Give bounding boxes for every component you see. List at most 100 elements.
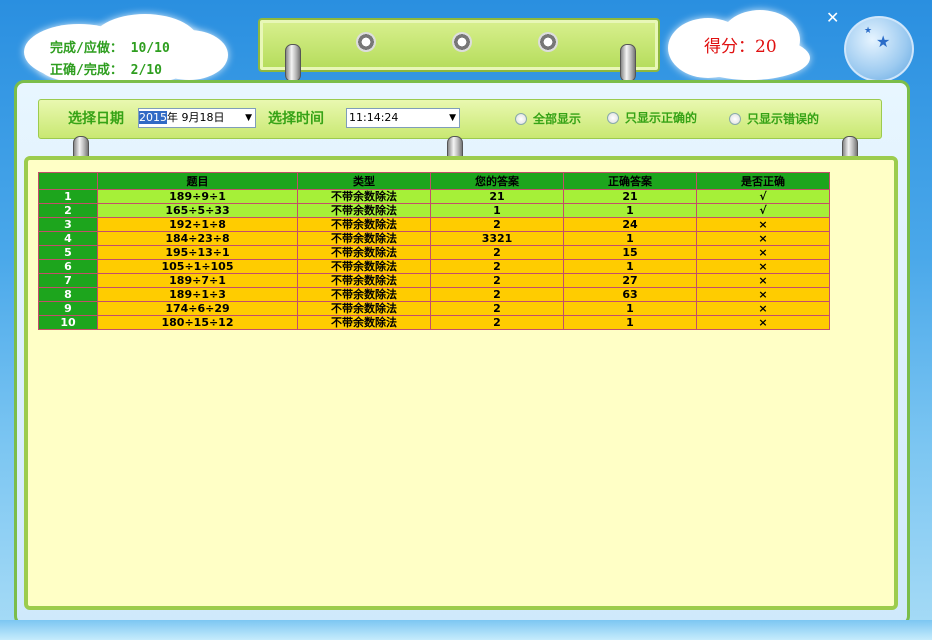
time-label: 选择时间 xyxy=(268,111,324,127)
row-type: 不带余数除法 xyxy=(297,231,431,246)
date-year: 2015 xyxy=(139,111,167,124)
row-index: 8 xyxy=(38,287,98,302)
row-result: × xyxy=(696,273,830,288)
row-your-answer: 21 xyxy=(430,189,564,204)
radio-wrong-label: 只显示错误的 xyxy=(747,112,820,126)
date-rest: 年 9月18日 xyxy=(167,111,225,124)
table-row[interactable]: 9 174÷6÷29 不带余数除法 2 1 × xyxy=(38,301,830,316)
col-header-index[interactable] xyxy=(38,172,98,190)
row-correct-answer: 21 xyxy=(563,189,697,204)
row-type: 不带余数除法 xyxy=(297,287,431,302)
correct-line: 正确/完成： 2/10 xyxy=(50,59,162,78)
row-correct-answer: 1 xyxy=(563,203,697,218)
row-correct-answer: 27 xyxy=(563,273,697,288)
score-value: 20 xyxy=(755,37,777,57)
row-result: × xyxy=(696,231,830,246)
clip-icon xyxy=(620,44,636,82)
col-header-is-correct[interactable]: 是否正确 xyxy=(696,172,830,190)
row-question: 192÷1÷8 xyxy=(97,217,298,232)
date-picker[interactable]: 2015年 9月18日 ▼ xyxy=(138,108,256,128)
ring-icon xyxy=(356,32,376,52)
row-your-answer: 2 xyxy=(430,259,564,274)
results-table: 题目 类型 您的答案 正确答案 是否正确 1 189÷9÷1 不带余数除法 21 21 √… xyxy=(38,172,830,330)
star-icon: ★ xyxy=(876,32,891,51)
row-your-answer: 2 xyxy=(430,315,564,330)
row-question: 180÷15÷12 xyxy=(97,315,298,330)
radio-icon xyxy=(515,112,527,125)
row-result: × xyxy=(696,217,830,232)
radio-all-label: 全部显示 xyxy=(533,112,582,126)
row-result: × xyxy=(696,259,830,274)
row-type: 不带余数除法 xyxy=(297,315,431,330)
col-header-your-answer[interactable]: 您的答案 xyxy=(430,172,564,190)
row-result: √ xyxy=(696,203,830,218)
star-icon: ★ xyxy=(864,26,873,36)
completed-line: 完成/应做： 10/10 xyxy=(50,37,170,56)
row-your-answer: 2 xyxy=(430,301,564,316)
table-row[interactable]: 2 165÷5÷33 不带余数除法 1 1 √ xyxy=(38,203,830,218)
row-index: 2 xyxy=(38,203,98,218)
row-your-answer: 2 xyxy=(430,287,564,302)
row-your-answer: 2 xyxy=(430,245,564,260)
row-question: 189÷9÷1 xyxy=(97,189,298,204)
dropdown-arrow-icon: ▼ xyxy=(449,113,456,123)
ring-icon xyxy=(538,32,558,52)
row-index: 7 xyxy=(38,273,98,288)
col-header-correct-answer[interactable]: 正确答案 xyxy=(563,172,697,190)
row-index: 9 xyxy=(38,301,98,316)
table-row[interactable]: 3 192÷1÷8 不带余数除法 2 24 × xyxy=(38,217,830,232)
row-index: 1 xyxy=(38,189,98,204)
row-index: 5 xyxy=(38,245,98,260)
dropdown-arrow-icon: ▼ xyxy=(245,113,252,123)
correct-label: 正确/完成： xyxy=(50,63,123,78)
table-row[interactable]: 5 195÷13÷1 不带余数除法 2 15 × xyxy=(38,245,830,260)
row-correct-answer: 15 xyxy=(563,245,697,260)
row-question: 165÷5÷33 xyxy=(97,203,298,218)
row-correct-answer: 63 xyxy=(563,287,697,302)
table-row[interactable]: 4 184÷23÷8 不带余数除法 3321 1 × xyxy=(38,231,830,246)
row-correct-answer: 1 xyxy=(563,301,697,316)
col-header-type[interactable]: 类型 xyxy=(297,172,431,190)
close-button[interactable]: ✕ xyxy=(826,8,839,27)
row-your-answer: 2 xyxy=(430,217,564,232)
row-index: 4 xyxy=(38,231,98,246)
completed-label: 完成/应做： xyxy=(50,41,123,56)
table-row[interactable]: 6 105÷1÷105 不带余数除法 2 1 × xyxy=(38,259,830,274)
row-index: 3 xyxy=(38,217,98,232)
table-row[interactable]: 1 189÷9÷1 不带余数除法 21 21 √ xyxy=(38,189,830,204)
row-type: 不带余数除法 xyxy=(297,273,431,288)
table-header-row: 题目 类型 您的答案 正确答案 是否正确 xyxy=(38,172,830,190)
col-header-question[interactable]: 题目 xyxy=(97,172,298,190)
row-index: 6 xyxy=(38,259,98,274)
radio-show-all[interactable]: 全部显示 xyxy=(515,110,581,127)
time-picker[interactable]: 11:14:24 ▼ xyxy=(346,108,460,128)
row-question: 195÷13÷1 xyxy=(97,245,298,260)
row-correct-answer: 24 xyxy=(563,217,697,232)
clip-icon xyxy=(285,44,301,82)
avatar: ★ ★ xyxy=(844,16,914,82)
radio-icon xyxy=(729,112,741,125)
row-type: 不带余数除法 xyxy=(297,259,431,274)
time-value: 11:14:24 xyxy=(349,111,399,124)
row-result: × xyxy=(696,315,830,330)
row-type: 不带余数除法 xyxy=(297,217,431,232)
table-row[interactable]: 7 189÷7÷1 不带余数除法 2 27 × xyxy=(38,273,830,288)
completed-value: 10/10 xyxy=(130,41,170,56)
radio-show-wrong[interactable]: 只显示错误的 xyxy=(729,110,819,127)
score-label: 得分： xyxy=(704,37,755,57)
radio-show-correct[interactable]: 只显示正确的 xyxy=(607,109,697,126)
row-your-answer: 2 xyxy=(430,273,564,288)
row-correct-answer: 1 xyxy=(563,231,697,246)
row-result: × xyxy=(696,245,830,260)
table-row[interactable]: 10 180÷15÷12 不带余数除法 2 1 × xyxy=(38,315,830,330)
row-question: 105÷1÷105 xyxy=(97,259,298,274)
ring-icon xyxy=(452,32,472,52)
date-label: 选择日期 xyxy=(68,111,124,127)
score-display: 得分：20 xyxy=(704,32,777,57)
row-correct-answer: 1 xyxy=(563,259,697,274)
table-row[interactable]: 8 189÷1÷3 不带余数除法 2 63 × xyxy=(38,287,830,302)
row-question: 174÷6÷29 xyxy=(97,301,298,316)
row-result: × xyxy=(696,287,830,302)
top-frame xyxy=(258,18,660,72)
row-your-answer: 3321 xyxy=(430,231,564,246)
